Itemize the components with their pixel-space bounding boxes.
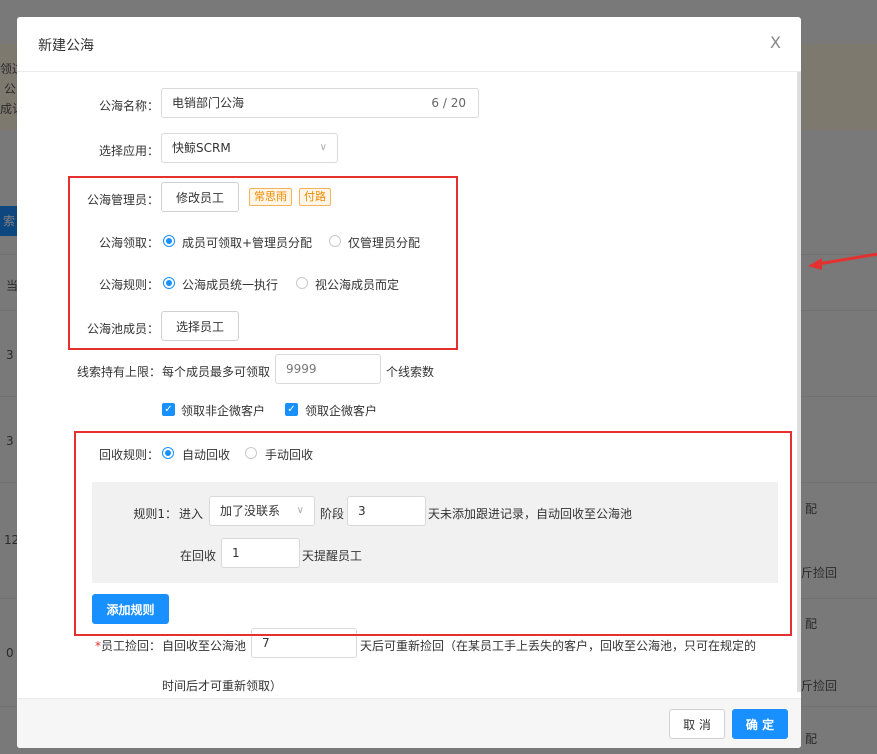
holding-limit-label: 线索持有上限： — [76, 365, 161, 379]
pickback-suffix: 天后可重新捡回（在某员工手上丢失的客户，回收至公海池，只可在规定的 — [360, 639, 757, 653]
pool-name-input[interactable]: 电销部门公海 6 / 20 — [161, 88, 479, 118]
pickback-days-value: 7 — [262, 636, 270, 650]
chevron-down-icon: ∨ — [319, 142, 327, 153]
dialog-scrollbar[interactable] — [797, 72, 801, 692]
app-select[interactable]: 快鲸SCRM ∨ — [161, 133, 338, 163]
confirm-button[interactable]: 确 定 — [732, 709, 788, 739]
new-pool-dialog: 新建公海 X 公海名称： 电销部门公海 6 / 20 选择应用： 快鲸SCRM … — [17, 17, 801, 748]
holding-limit-value: 9999 — [286, 362, 317, 376]
dialog-footer: 取 消 确 定 — [17, 698, 801, 748]
annotation-arrow-icon — [808, 252, 877, 270]
close-icon[interactable]: X — [770, 33, 781, 52]
highlight-box-admin-section — [68, 176, 458, 350]
app-select-label: 选择应用： — [98, 144, 159, 158]
pool-name-counter: 6 / 20 — [431, 96, 466, 110]
holding-limit-suffix: 个线索数 — [386, 365, 435, 379]
dialog-header: 新建公海 X — [17, 17, 801, 72]
app-select-value: 快鲸SCRM — [172, 141, 231, 155]
claim-wecom-label: 领取企微客户 — [305, 404, 378, 418]
pickback-prefix: 自回收至公海池 — [162, 639, 247, 653]
check-icon[interactable]: ✓ — [162, 403, 175, 416]
pool-name-value: 电销部门公海 — [172, 96, 245, 110]
holding-limit-input[interactable]: 9999 — [275, 354, 381, 384]
pickback-label-text: 员工捡回： — [100, 639, 161, 653]
cancel-button[interactable]: 取 消 — [669, 709, 725, 739]
claim-non-wecom-label: 领取非企微客户 — [181, 404, 266, 418]
pickback-label: *员工捡回： — [67, 637, 161, 654]
highlight-box-recycle-section — [74, 431, 792, 636]
dialog-title: 新建公海 — [38, 38, 94, 54]
pickback-line2: 时间后才可重新领取） — [162, 679, 283, 693]
check-icon[interactable]: ✓ — [285, 403, 298, 416]
pool-name-label: 公海名称： — [98, 99, 159, 113]
holding-limit-prefix: 每个成员最多可领取 — [162, 365, 271, 379]
